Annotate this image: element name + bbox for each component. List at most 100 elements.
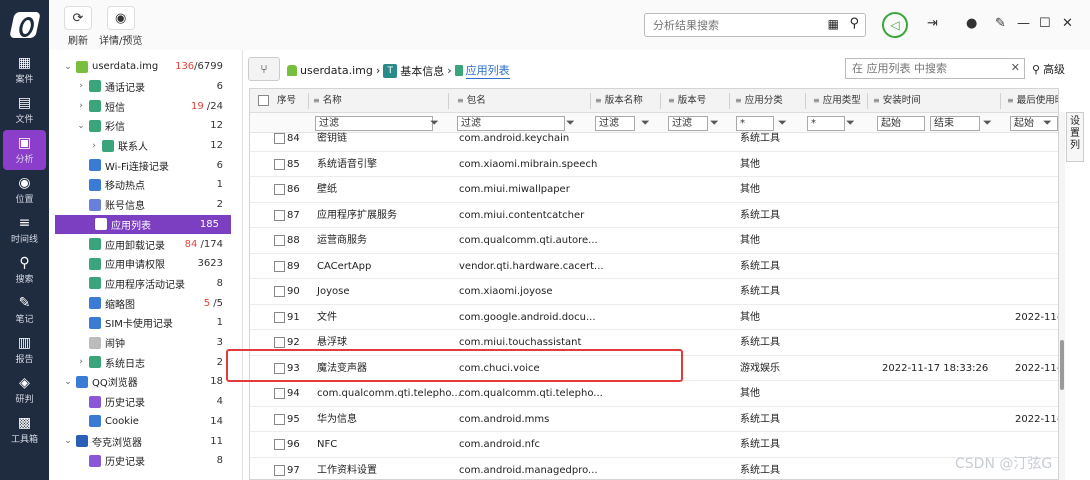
pin-icon[interactable]: ✎ xyxy=(995,16,1006,31)
row-checkbox[interactable] xyxy=(274,286,285,297)
tree-item[interactable]: 应用卸载记录 84 /174 xyxy=(49,234,235,254)
column-header[interactable]: ≡ 应用类型 xyxy=(813,89,861,113)
tree-item[interactable]: 账号信息 2 xyxy=(49,195,235,215)
tree-item[interactable]: 应用列表 185 xyxy=(55,214,231,235)
expand-arrow-icon[interactable]: ⌄ xyxy=(63,377,73,387)
table-row[interactable]: 87 应用程序扩展服务 com.miui.contentcatcher 系统工具 xyxy=(250,203,1058,228)
table-row[interactable]: 96 NFC com.android.nfc 系统工具 xyxy=(250,432,1058,458)
expand-arrow-icon[interactable]: › xyxy=(76,101,86,111)
tree-item[interactable]: 移动热点 1 xyxy=(49,175,235,195)
tree-item[interactable]: ⌄ QQ浏览器 18 xyxy=(49,372,235,392)
tree-item[interactable]: 应用程序活动记录 8 xyxy=(49,274,235,294)
branch-button[interactable]: ⑂ xyxy=(248,57,280,81)
nav-label: 文件 xyxy=(15,115,34,125)
nav-folder[interactable]: ▦ 案件 xyxy=(0,50,49,90)
expand-arrow-icon[interactable]: ⌄ xyxy=(76,121,86,131)
send-button[interactable]: ◁ xyxy=(882,12,908,38)
tree-item[interactable]: › 系统日志 2 xyxy=(49,353,235,373)
table-row[interactable]: 91 文件 com.google.android.docu... 其他 2022-11-… xyxy=(250,305,1058,330)
tree-item[interactable]: › 联系人 12 xyxy=(49,136,235,156)
expand-arrow-icon[interactable]: › xyxy=(89,141,99,151)
refresh-button[interactable]: ⟳ 刷新 xyxy=(64,6,92,47)
tree-item[interactable]: 缩略图 5 /5 xyxy=(49,293,235,313)
row-checkbox[interactable] xyxy=(274,413,285,425)
column-header[interactable]: ≡ 包名 xyxy=(457,89,486,113)
search-icon[interactable]: ⚲ xyxy=(849,16,859,31)
row-checkbox[interactable] xyxy=(274,184,285,195)
analysis-search-input[interactable] xyxy=(645,14,815,36)
expand-arrow-icon[interactable]: ⌄ xyxy=(63,436,73,446)
nav-chart[interactable]: ▣ 分析 xyxy=(3,130,46,170)
close-icon[interactable]: ✕ xyxy=(1062,16,1073,31)
table-scrollbar[interactable] xyxy=(1059,112,1065,480)
nav-report[interactable]: ▥ 报告 xyxy=(0,330,49,370)
preview-button[interactable]: ◉ 详情/预览 xyxy=(99,6,142,47)
column-header[interactable]: ≡ 版本号 xyxy=(668,89,706,113)
column-header[interactable]: ≡最后使用时间 xyxy=(1007,89,1058,113)
expand-arrow-icon[interactable]: › xyxy=(76,81,86,91)
minimize-icon[interactable]: — xyxy=(1017,16,1030,31)
tree-item[interactable]: › 通话记录 6 xyxy=(49,77,235,97)
nav-toolbox[interactable]: ▩ 工具箱 xyxy=(0,410,49,450)
row-checkbox[interactable] xyxy=(274,464,285,476)
nav-research[interactable]: ◈ 研判 xyxy=(0,370,49,410)
breadcrumb-current[interactable]: 应用列表 xyxy=(465,62,510,79)
select-all-checkbox[interactable] xyxy=(258,95,269,106)
column-header[interactable]: ≡ 安装时间 xyxy=(873,89,921,113)
calendar-icon[interactable]: ▦ xyxy=(828,17,839,31)
table-row[interactable]: 84 密钥链 com.android.keychain 系统工具 xyxy=(250,126,1058,152)
tree-item[interactable]: Wi-Fi连接记录 6 xyxy=(49,156,235,176)
table-row[interactable]: 88 运营商服务 com.qualcomm.qti.autore... 其他 xyxy=(250,228,1058,254)
expand-arrow-icon[interactable]: › xyxy=(76,357,86,367)
row-checkbox[interactable] xyxy=(274,260,285,272)
maximize-icon[interactable]: ☐ xyxy=(1039,16,1051,31)
nav-file[interactable]: ▤ 文件 xyxy=(0,90,49,130)
cell-pkg: com.miui.miwallpaper xyxy=(459,184,570,195)
row-checkbox[interactable] xyxy=(274,235,285,246)
column-header[interactable]: ≡ 应用分类 xyxy=(735,89,783,113)
nav-location[interactable]: ◉ 位置 xyxy=(0,170,49,210)
row-checkbox[interactable] xyxy=(274,337,285,348)
clear-icon[interactable]: ✕ xyxy=(1011,61,1020,74)
tree-item[interactable]: 闹钟 3 xyxy=(49,333,235,353)
tree-item-icon xyxy=(89,297,101,310)
tree-item[interactable]: ⌄ userdata.img 136/6799 xyxy=(49,57,235,77)
row-checkbox[interactable] xyxy=(274,388,285,399)
cell-cat: 游戏娱乐 xyxy=(740,362,780,374)
breadcrumb-root[interactable]: userdata.img xyxy=(300,64,373,77)
row-checkbox[interactable] xyxy=(274,209,285,221)
tree-item[interactable]: ⌄ 彩信 12 xyxy=(49,116,235,136)
tree-item[interactable]: ⌄ 夸克浏览器 11 xyxy=(49,431,235,451)
tree-item[interactable]: 历史记录 8 xyxy=(49,451,235,471)
tree-item[interactable]: 历史记录 4 xyxy=(49,392,235,412)
row-checkbox[interactable] xyxy=(274,158,285,170)
table-search-input[interactable] xyxy=(846,59,996,78)
table-row[interactable]: 85 系统语音引擎 com.xiaomi.mibrain.speech 其他 xyxy=(250,152,1058,177)
column-header[interactable]: ≡ 版本名称 xyxy=(595,89,643,113)
tree-item[interactable]: SIM卡使用记录 1 xyxy=(49,313,235,333)
user-icon[interactable]: ● xyxy=(966,16,977,31)
table-row[interactable]: 86 壁纸 com.miui.miwallpaper 其他 xyxy=(250,177,1058,203)
advanced-search-icon: ⚲ xyxy=(1032,62,1041,76)
advanced-button[interactable]: ⚲ 高级 xyxy=(1032,61,1065,77)
nav-timeline[interactable]: ≡ 时间线 xyxy=(0,210,49,250)
table-row[interactable]: 97 工作资料设置 com.android.managedpro... 系统工具 xyxy=(250,458,1058,480)
tree-item[interactable]: › 短信 19 /24 xyxy=(49,96,235,116)
row-checkbox[interactable] xyxy=(274,311,285,323)
nav-search[interactable]: ⚲ 搜索 xyxy=(0,250,49,290)
tree-item[interactable]: Cookie 14 xyxy=(49,412,235,432)
nav-note[interactable]: ✎ 笔记 xyxy=(0,290,49,330)
tree-item[interactable]: 应用申请权限 3623 xyxy=(49,254,235,274)
column-settings-button[interactable]: 设置列 xyxy=(1066,112,1084,162)
expand-arrow-icon[interactable]: ⌄ xyxy=(63,62,73,72)
column-header[interactable]: 序号 xyxy=(274,89,296,113)
row-checkbox[interactable] xyxy=(274,439,285,450)
table-row[interactable]: 95 华为信息 com.android.mms 系统工具 2022-11-2 xyxy=(250,407,1058,432)
column-header[interactable]: ≡ 名称 xyxy=(313,89,342,113)
table-row[interactable]: 89 CACertApp vendor.qti.hardware.cacert...… xyxy=(250,254,1058,279)
breadcrumb-basic-info[interactable]: 基本信息 xyxy=(400,63,444,79)
table-row[interactable]: 94 com.qualcomm.qti.telepho... com.qualcom… xyxy=(250,381,1058,407)
export-icon[interactable]: ⇥ xyxy=(927,16,938,31)
table-row[interactable]: 90 Joyose com.xiaomi.joyose 系统工具 xyxy=(250,279,1058,305)
row-checkbox[interactable] xyxy=(274,133,285,144)
